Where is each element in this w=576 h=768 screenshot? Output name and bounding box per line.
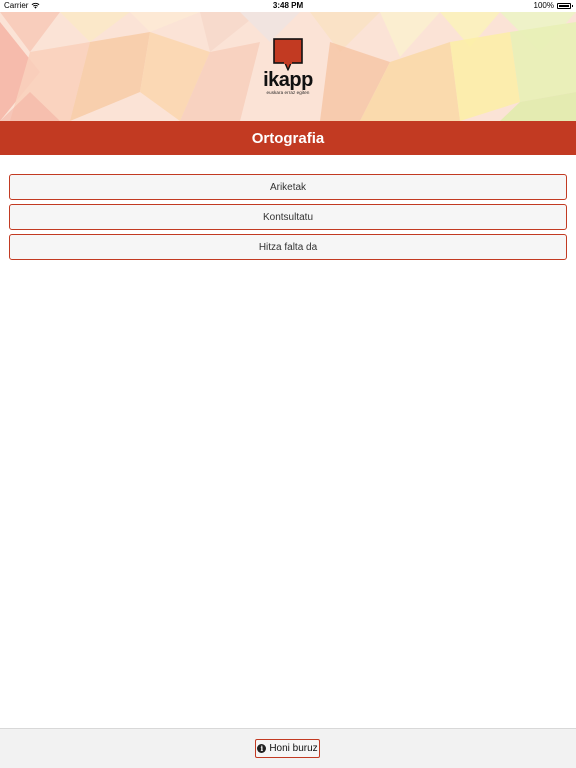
speech-bubble-icon	[273, 38, 303, 71]
logo-wordmark: ikapp	[263, 69, 313, 91]
header-banner: ikapp euskara erraz egiten	[0, 12, 576, 121]
hitza-falta-da-button[interactable]: Hitza falta da	[9, 234, 567, 260]
page-title: Ortografia	[251, 129, 325, 147]
info-icon: i	[257, 744, 267, 753]
logo-tagline: euskara erraz egiten	[266, 90, 310, 95]
title-bar: Ortografia	[0, 121, 576, 155]
footer-bar: i Honi buruz	[0, 728, 576, 768]
menu-list: Ariketak Kontsultatu Hitza falta da	[9, 174, 567, 264]
status-bar: Carrier 3:48 PM 100%	[0, 0, 576, 12]
clock: 3:48 PM	[272, 1, 304, 10]
kontsultatu-button[interactable]: Kontsultatu	[9, 204, 567, 230]
ikapp-logo: ikapp euskara erraz egiten	[0, 38, 576, 95]
battery-icon	[557, 2, 573, 9]
battery-indicator: 100%	[533, 1, 573, 10]
about-button[interactable]: i Honi buruz	[255, 739, 320, 758]
ariketak-button[interactable]: Ariketak	[9, 174, 567, 200]
battery-percent: 100%	[533, 1, 554, 10]
about-label: Honi buruz	[269, 743, 318, 754]
